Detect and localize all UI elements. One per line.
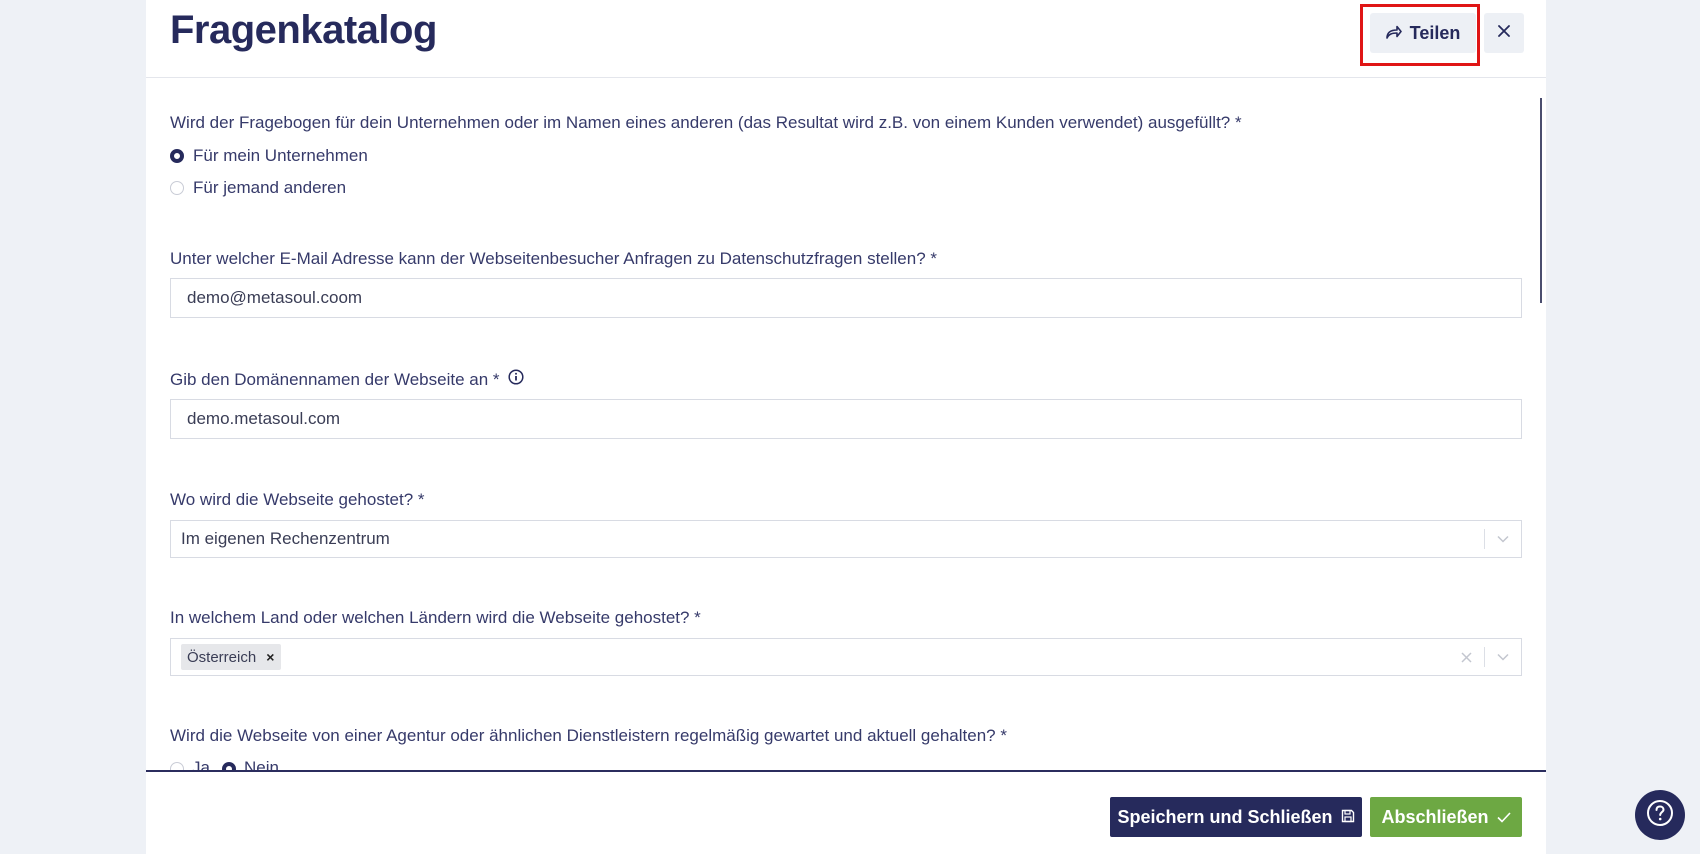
questionnaire-modal: Fragenkatalog Teilen Wird der Fragebogen… [146, 0, 1546, 854]
radio-option-someone-else[interactable]: Für jemand anderen [170, 178, 346, 198]
question-label-email: Unter welcher E-Mail Adresse kann der We… [170, 249, 938, 268]
domain-field[interactable]: demo.metasoul.com [170, 399, 1522, 439]
share-button-label: Teilen [1409, 22, 1461, 43]
chevron-down-icon[interactable] [1485, 535, 1521, 543]
help-question-icon [1646, 799, 1674, 832]
close-icon [1498, 24, 1510, 42]
radio-button[interactable] [170, 181, 184, 195]
save-and-close-button[interactable]: Speichern und Schließen [1110, 797, 1362, 837]
clear-icon[interactable] [1448, 651, 1484, 663]
question-label-domain: Gib den Domänennamen der Webseite an * [170, 369, 500, 389]
help-button[interactable] [1635, 790, 1685, 840]
chevron-down-icon[interactable] [1485, 653, 1521, 661]
maintenance-options-row[interactable]: Ja Nein [170, 758, 279, 770]
question-label-country: In welchem Land oder welchen Ländern wir… [170, 608, 701, 627]
modal-header: Fragenkatalog Teilen [146, 0, 1546, 78]
radio-button[interactable] [170, 762, 184, 770]
checkmark-icon [1496, 807, 1511, 828]
form-content[interactable]: Wird der Fragebogen für dein Unternehmen… [146, 78, 1546, 770]
share-button[interactable]: Teilen [1370, 13, 1476, 53]
modal-footer: Speichern und Schließen Abschließen [146, 770, 1546, 854]
country-tag: Österreich × [181, 644, 282, 670]
question-label-domain-row: Gib den Domänennamen der Webseite an * [170, 369, 524, 390]
close-button[interactable] [1484, 13, 1524, 53]
save-disk-icon [1341, 807, 1355, 828]
tag-remove-icon[interactable]: × [262, 649, 281, 665]
country-multiselect[interactable]: Österreich × [170, 638, 1522, 676]
hosting-select-value: Im eigenen Rechenzentrum [181, 529, 390, 548]
radio-button-checked[interactable] [170, 149, 184, 163]
share-arrow-icon [1385, 23, 1402, 44]
info-icon[interactable] [507, 369, 524, 390]
radio-label: Nein [243, 758, 279, 770]
page-title: Fragenkatalog [170, 8, 437, 52]
radio-label: Ja [192, 758, 210, 770]
question-label-hosting: Wo wird die Webseite gehostet? * [170, 490, 425, 509]
question-label-client-type: Wird der Fragebogen für dein Unternehmen… [170, 113, 1242, 132]
radio-button-checked[interactable] [221, 762, 236, 770]
finish-button[interactable]: Abschließen [1370, 797, 1522, 837]
radio-label: Für jemand anderen [193, 178, 347, 197]
question-label-maintenance: Wird die Webseite von einer Agentur oder… [170, 726, 1007, 745]
radio-label: Für mein Unternehmen [193, 146, 368, 165]
country-tag-label: Österreich [187, 648, 257, 666]
save-button-label: Speichern und Schließen [1117, 806, 1333, 827]
email-field[interactable]: demo@metasoul.coom [170, 278, 1522, 318]
hosting-select[interactable]: Im eigenen Rechenzentrum [170, 520, 1522, 558]
finish-button-label: Abschließen [1381, 806, 1489, 827]
radio-option-own-company[interactable]: Für mein Unternehmen [170, 146, 368, 166]
scrollbar-thumb[interactable] [1540, 98, 1542, 303]
